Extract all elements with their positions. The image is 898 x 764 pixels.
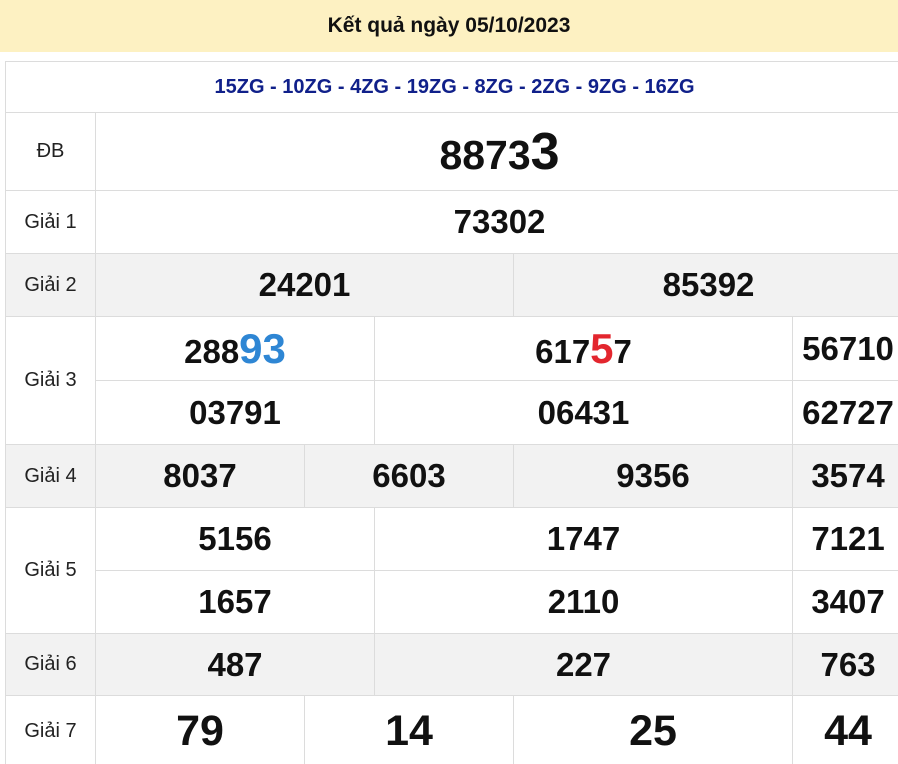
prize-3-row: Giải 3 28893 61757 56710 — [5, 316, 898, 445]
prize-5-number: 1747 — [374, 507, 793, 571]
prize-3-suffix: 7 — [613, 332, 632, 370]
prize-1-label: Giải 1 — [5, 190, 96, 254]
prize-6-number: 487 — [95, 633, 375, 696]
prize-1-row: Giải 1 73302 — [5, 190, 898, 254]
prize-4-number: 6603 — [304, 444, 514, 508]
special-prize-prefix: 8873 — [439, 131, 531, 178]
codes-row: 15ZG - 10ZG - 4ZG - 19ZG - 8ZG - 2ZG - 9… — [4, 61, 898, 113]
prize-3-row: 03791 06431 62727 — [6, 380, 898, 445]
prize-5-number: 5156 — [95, 507, 375, 571]
prize-3-highlight: 5 — [590, 324, 614, 372]
prize-2-number: 85392 — [512, 253, 898, 317]
prize-2-label: Giải 2 — [5, 253, 96, 317]
prize-4-number: 8037 — [95, 444, 305, 508]
prize-4-number: 3574 — [791, 444, 898, 508]
prize-4-number: 9356 — [513, 444, 793, 508]
prize-7-number: 44 — [791, 695, 898, 764]
results-date-header: Kết quả ngày 05/10/2023 — [0, 0, 898, 52]
prize-6-number: 227 — [374, 633, 793, 696]
results-date-title: Kết quả ngày 05/10/2023 — [327, 14, 571, 37]
prize-7-number: 79 — [95, 695, 305, 764]
prize-3-label: Giải 3 — [5, 316, 96, 445]
special-prize-label: ĐB — [5, 112, 96, 191]
special-prize-row: ĐB 88733 — [5, 112, 898, 191]
prize-7-row: Giải 7 79 14 25 44 — [5, 695, 898, 764]
prize-4-label: Giải 4 — [5, 444, 96, 508]
prize-5-row: Giải 5 5156 1747 7121 — [5, 507, 898, 634]
prize-3-number: 06431 — [374, 380, 793, 445]
prize-codes: 15ZG - 10ZG - 4ZG - 19ZG - 8ZG - 2ZG - 9… — [4, 61, 898, 113]
prize-7-number: 14 — [304, 695, 514, 764]
prize-1-number: 73302 — [94, 190, 898, 254]
prize-3-prefix: 617 — [535, 332, 591, 370]
special-prize-number: 88733 — [94, 112, 898, 191]
prize-4-row: Giải 4 8037 6603 9356 3574 — [5, 444, 898, 508]
prize-3-number: 03791 — [95, 380, 375, 445]
prize-3-number: 56710 — [791, 316, 898, 381]
prize-6-row: Giải 6 487 227 763 — [5, 633, 898, 696]
prize-5-number: 1657 — [95, 570, 375, 634]
prize-3-highlight: 93 — [239, 324, 286, 372]
special-prize-last-digit: 3 — [530, 122, 560, 181]
prize-7-number: 25 — [513, 695, 793, 764]
prize-6-label: Giải 6 — [5, 633, 96, 696]
prize-5-number: 3407 — [791, 570, 898, 634]
prize-5-row: 1657 2110 3407 — [6, 570, 898, 634]
prize-5-number: 7121 — [791, 507, 898, 571]
prize-7-label: Giải 7 — [5, 695, 96, 764]
prize-2-number: 24201 — [95, 253, 514, 317]
prize-3-number: 61757 — [374, 316, 793, 381]
lottery-results-table: 15ZG - 10ZG - 4ZG - 19ZG - 8ZG - 2ZG - 9… — [4, 61, 898, 764]
prize-6-number: 763 — [791, 633, 898, 696]
prize-3-number: 28893 — [95, 316, 375, 381]
prize-2-row: Giải 2 24201 85392 — [5, 253, 898, 317]
results-page: Kết quả ngày 05/10/2023 15ZG - 10ZG - 4Z… — [0, 0, 898, 764]
prize-3-prefix: 288 — [184, 332, 240, 370]
prize-5-label: Giải 5 — [5, 507, 96, 634]
prize-5-number: 2110 — [374, 570, 793, 634]
prize-3-number: 62727 — [791, 380, 898, 445]
